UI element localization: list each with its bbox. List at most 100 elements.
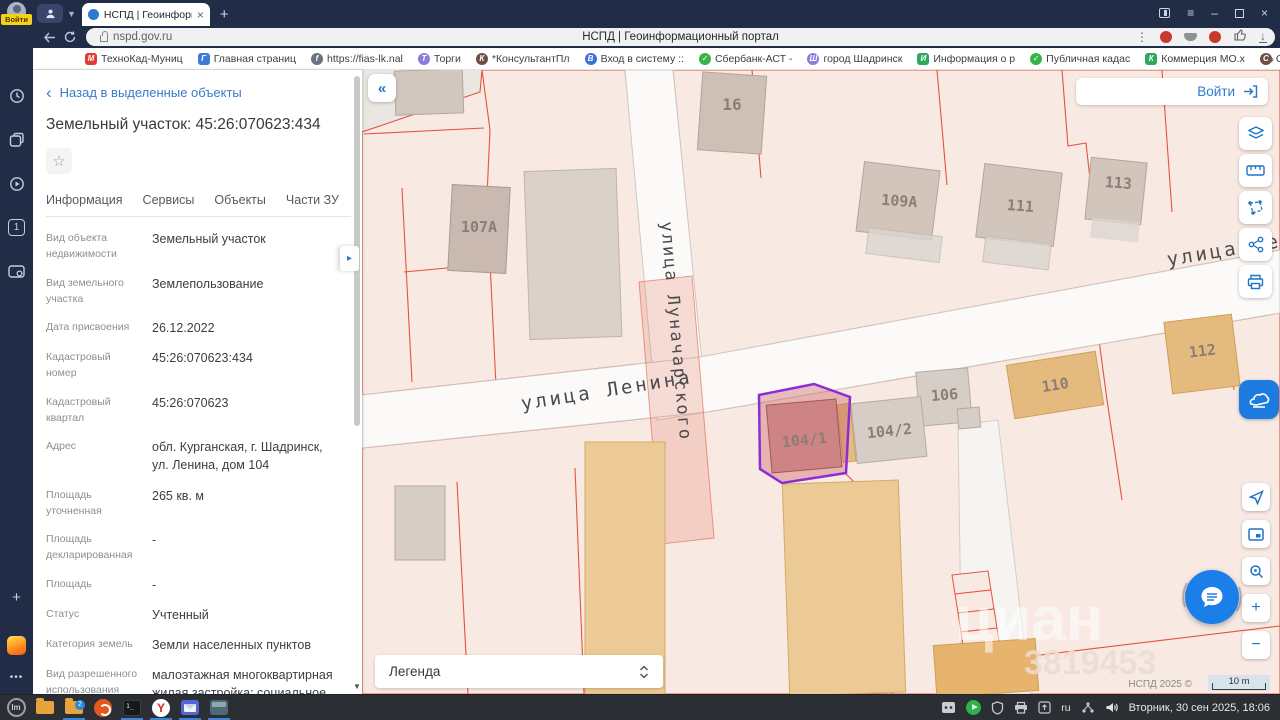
download-icon[interactable]: ↓ [1259,31,1267,43]
bookmark-item[interactable]: fhttps://fias-lk.nal [311,53,403,65]
bookmark-favicon: Ш [807,53,819,65]
files-window-icon[interactable]: 2 [61,696,87,720]
bookmark-favicon: M [85,53,97,65]
taskbar: lm 2 1_ Y ru [0,694,1280,720]
scrollbar-down-arrow[interactable]: ▼ [352,682,362,692]
printer-icon[interactable] [1014,701,1028,714]
bookmark-item[interactable]: ВВход в систему :: [585,53,684,65]
panel-collapse-button[interactable]: « [368,74,396,102]
bookmark-item[interactable]: ККоммерция МО.х [1145,53,1245,65]
update-indicator-icon[interactable] [966,700,981,715]
scale-bar: 10 m [1208,675,1270,691]
field-row: Кадастровый квартал 45:26:070623 [46,394,338,427]
bookmark-item[interactable]: Шгород Шадринск [807,53,902,65]
panel-tab[interactable]: Информация [46,188,123,216]
tab-title: НСПД | Геоинформаци [104,9,192,21]
add-panel-icon[interactable]: + [7,588,26,607]
tab-close-icon[interactable]: × [197,9,204,21]
maximize-icon[interactable] [1235,9,1244,18]
history-icon[interactable] [7,86,26,105]
keyboard-layout[interactable]: ru [1061,702,1070,714]
upload-indicator-icon[interactable] [1038,701,1051,714]
overview-map-button[interactable] [1242,520,1270,548]
search-object-button[interactable] [1242,557,1270,585]
terminal-app-icon[interactable]: 1_ [119,696,145,720]
bookmark-item[interactable]: ИИнформация о р [917,53,1015,65]
bookmark-item[interactable]: ✓Публичная кадас [1030,53,1130,65]
bookmark-item[interactable]: ГГлавная страниц [198,53,296,65]
mail-app-icon[interactable] [177,696,203,720]
panel-scrollbar[interactable] [353,74,361,680]
chevron-down-icon[interactable]: ▼ [67,9,76,19]
alice-icon[interactable]: 1 [7,218,26,237]
sidebar-more-icon[interactable]: ••• [7,668,26,687]
toolbar-extensions: ⋮ ↓ [1136,28,1267,46]
kebab-menu-icon[interactable]: ⋮ [1136,30,1148,44]
panel-tabs: ИнформацияСервисыОбъектыЧасти ЗУСостаГ [46,188,351,217]
close-icon[interactable]: × [1261,6,1268,20]
ruler-button[interactable] [1239,154,1272,187]
reload-icon[interactable] [64,31,76,43]
new-tab-button[interactable]: + [220,7,229,22]
minimize-icon[interactable]: – [1211,6,1218,20]
bookmark-item[interactable]: MТехноКад-Муниц [85,53,183,65]
measure-area-button[interactable] [1239,191,1272,224]
layers-button[interactable] [1239,117,1272,150]
screenshot-icon[interactable] [7,262,26,281]
orange-app-icon[interactable] [90,696,116,720]
app-indicator-icon[interactable] [941,701,956,714]
chat-button[interactable] [1185,570,1239,624]
locate-button[interactable] [1242,483,1270,511]
zoom-out-button[interactable]: − [1242,631,1270,659]
svg-text:106: 106 [930,385,959,405]
menu-icon[interactable]: ≡ [1187,6,1194,20]
volume-icon[interactable] [1105,701,1119,714]
lock-icon[interactable] [100,35,108,42]
field-row: Адрес обл. Курганская, г. Шадринск, ул. … [46,438,338,474]
share-button[interactable] [1239,228,1272,261]
print-button[interactable] [1239,265,1272,298]
back-to-selected-link[interactable]: ‹Назад в выделенные объекты [46,84,338,101]
field-row: Площадь - [46,576,338,594]
login-button[interactable]: Войти [1076,78,1268,105]
tabs-panel-icon[interactable] [7,130,26,149]
object-info-panel: ‹Назад в выделенные объекты Земельный уч… [33,70,362,694]
bookmark-item[interactable]: ✓Сбербанк-АСТ - [699,53,793,65]
browser-sidebar: Войти 1 + ••• [0,0,33,694]
extension-icon[interactable] [1209,31,1221,43]
network-icon[interactable] [1081,701,1095,714]
panel-tab[interactable]: Объекты [214,188,266,216]
browser-tab[interactable]: НСПД | Геоинформаци × [82,3,210,26]
sidebar-login-badge[interactable]: Войти [1,14,32,25]
back-icon[interactable] [43,32,56,43]
protect-icon[interactable] [37,4,63,23]
field-row: Вид объекта недвижимости Земельный участ… [46,230,338,263]
bookmark-item[interactable]: ТТорги [418,53,461,65]
menu-button[interactable]: lm [3,696,29,720]
window-app-icon[interactable] [206,696,232,720]
shield-icon[interactable] [991,701,1004,715]
assistant-sketch-button[interactable] [1239,380,1279,419]
reactions-icon[interactable] [1233,28,1247,46]
panel-tab[interactable]: Сервисы [143,188,195,216]
favorite-star-button[interactable]: ☆ [46,148,72,174]
yandex-browser-icon[interactable]: Y [148,696,174,720]
tab-groups-icon[interactable] [1159,8,1170,18]
address-bar[interactable]: nspd.gov.ru НСПД | Геоинформационный пор… [86,28,1275,46]
files-app-icon[interactable] [32,696,58,720]
taskbar-clock[interactable]: Вторник, 30 сен 2025, 18:06 [1129,702,1270,714]
url-text: nspd.gov.ru [113,31,172,43]
bookmark-item[interactable]: К*КонсультантПл [476,53,570,65]
legend-dropdown[interactable]: Легенда [375,655,663,688]
panel-tab[interactable]: Части ЗУ [286,188,339,216]
zoom-in-button[interactable]: + [1242,594,1270,622]
extension-icon[interactable] [1184,33,1197,41]
svg-text:3819453: 3819453 [1024,644,1156,682]
play-icon[interactable] [7,174,26,193]
yandex-services-icon[interactable] [7,636,26,655]
bookmarks-overflow-icon[interactable]: » [1267,52,1274,66]
extension-icon[interactable] [1160,31,1172,43]
map-canvas[interactable]: 16 107А 109А 111 113 112 110 106 104/1 1… [362,70,1280,694]
tabs-scroll-right-button[interactable]: ▸ [340,246,359,271]
bookmark-favicon: f [311,53,323,65]
